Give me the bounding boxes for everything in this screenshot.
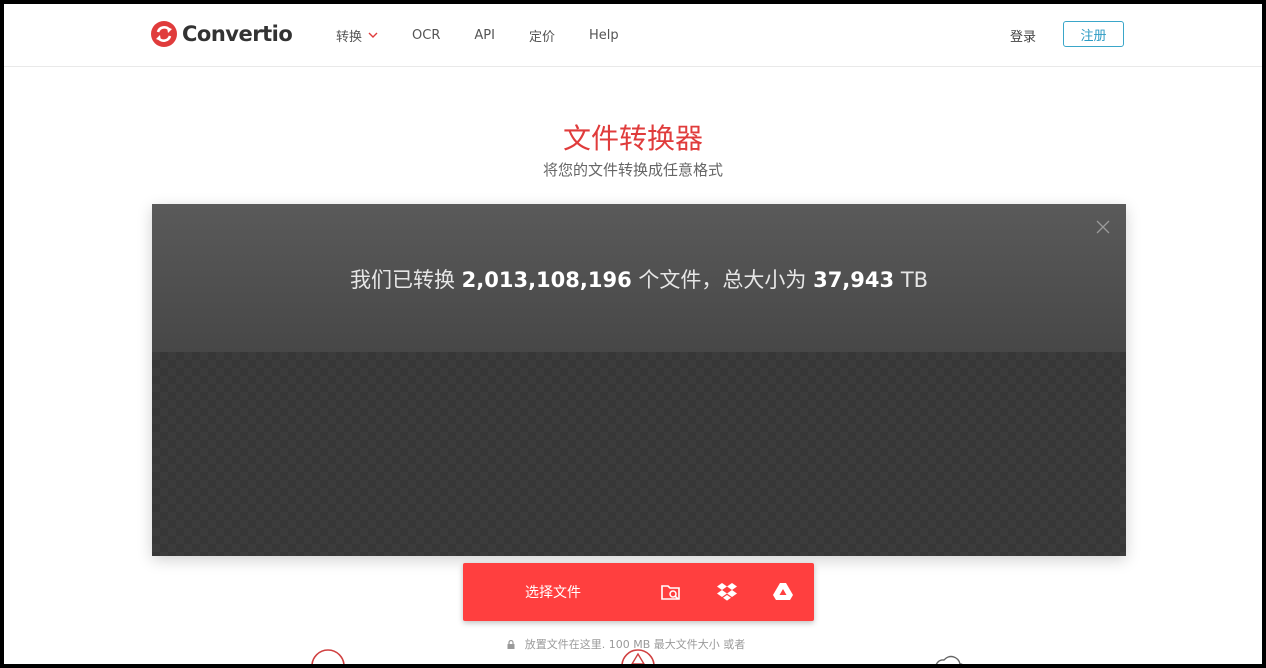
nav-ocr[interactable]: OCR: [412, 28, 440, 43]
stats-unit: TB: [900, 268, 929, 292]
converter-panel: 我们已转换 2,013,108,196 个文件，总大小为 37,943 TB 选…: [152, 204, 1126, 651]
stats-middle: 个文件，总大小为: [638, 268, 807, 292]
stats-total-size: 37,943: [813, 268, 895, 292]
choose-files-button[interactable]: 选择文件: [463, 563, 643, 621]
main-nav: 转换 OCR API 定价 Help: [336, 4, 653, 66]
stats-file-count: 2,013,108,196: [461, 268, 632, 292]
nav-api[interactable]: API: [474, 28, 495, 43]
nav-help[interactable]: Help: [589, 28, 619, 43]
upload-hint-signup-link[interactable]: 注册: [749, 638, 771, 651]
upload-bar: 选择文件: [463, 563, 814, 621]
site-header: Convertio 转换 OCR API 定价 Help 登录 注册: [4, 4, 1262, 67]
cloud-icon: [935, 655, 963, 664]
folder-search-icon: [661, 585, 680, 600]
logo-text: Convertio: [182, 22, 293, 46]
stats-prefix: 我们已转换: [349, 268, 455, 292]
folder-search-button[interactable]: [643, 563, 699, 621]
browser-page: Convertio 转换 OCR API 定价 Help 登录 注册 文件转换器…: [4, 4, 1262, 664]
google-drive-button[interactable]: [755, 563, 811, 621]
stats-area: 我们已转换 2,013,108,196 个文件，总大小为 37,943 TB: [152, 204, 1126, 352]
nav-pricing[interactable]: 定价: [529, 26, 555, 45]
nav-convert-label: 转换: [336, 29, 363, 45]
signup-button[interactable]: 注册: [1063, 21, 1124, 47]
close-icon[interactable]: [1096, 220, 1110, 234]
chevron-down-icon: [368, 32, 378, 38]
dropbox-icon: [717, 583, 737, 601]
convertio-logo-icon: [151, 21, 177, 47]
conversion-stats: 我们已转换 2,013,108,196 个文件，总大小为 37,943 TB: [152, 264, 1126, 294]
feature-icon-1: [311, 649, 345, 664]
page-title: 文件转换器: [562, 122, 703, 155]
drop-zone[interactable]: 选择文件 放置文件在这里. 100 MB 最大文件大小 或者 注册: [152, 352, 1126, 651]
dropbox-button[interactable]: [699, 563, 755, 621]
nav-convert[interactable]: 转换: [336, 26, 378, 45]
google-drive-icon: [773, 583, 793, 600]
logo[interactable]: Convertio: [150, 20, 293, 48]
lock-icon: [507, 640, 515, 649]
login-link[interactable]: 登录: [1010, 26, 1036, 45]
feature-icon-2: [621, 649, 655, 664]
page-subtitle: 将您的文件转换成任意格式: [542, 161, 723, 179]
